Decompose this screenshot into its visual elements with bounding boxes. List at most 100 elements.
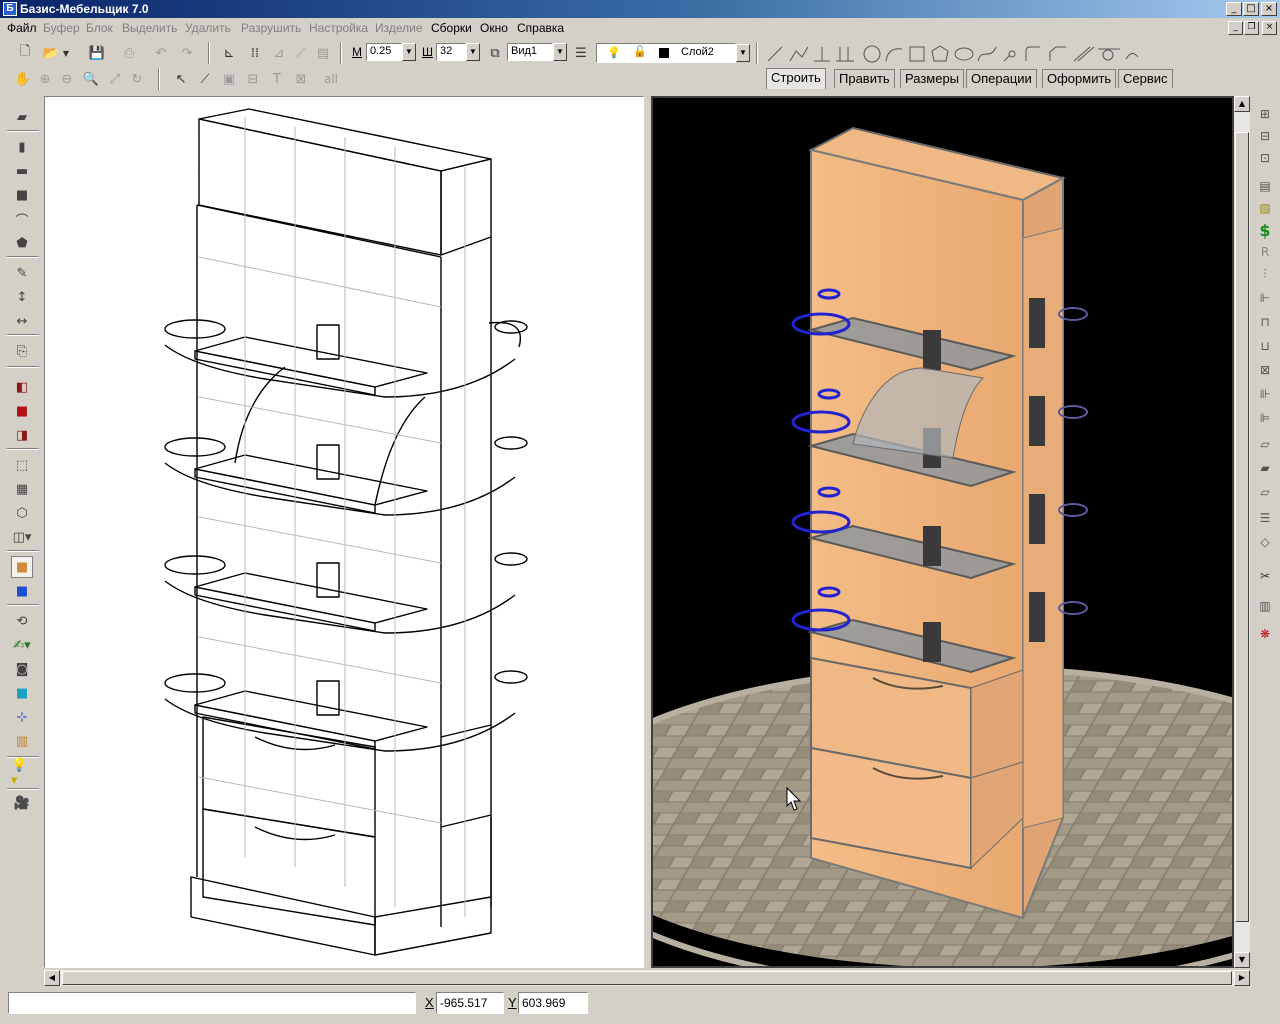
x-coord-value[interactable]: -965.517	[436, 992, 504, 1014]
ellipse-icon[interactable]	[954, 47, 974, 61]
edge-icon[interactable]: ⊓	[1254, 312, 1276, 332]
cut-icon[interactable]: ✂	[1254, 566, 1276, 586]
polyline-icon[interactable]	[789, 46, 809, 62]
multi-view-icon[interactable]: ▦	[11, 478, 33, 500]
zoom-out-icon[interactable]: ⊖	[56, 68, 78, 90]
tree-icon[interactable]: ⊞	[1254, 104, 1276, 124]
align-icon[interactable]: ⊩	[1254, 288, 1276, 308]
layer-visible-icon[interactable]: 💡	[607, 46, 621, 59]
slanted-2-icon[interactable]: ▰	[1254, 458, 1276, 478]
tab-operations[interactable]: Операции	[966, 69, 1037, 88]
box-side-icon[interactable]: ◨	[11, 424, 33, 446]
fastener-icon[interactable]: ✎	[11, 262, 33, 284]
shaded-mode-icon[interactable]: ■	[11, 556, 33, 578]
grid-snap-icon[interactable]: ⁞⁞	[244, 42, 266, 64]
tree-edit-icon[interactable]: ⊟	[1254, 126, 1276, 146]
menu-buffer[interactable]: Буфер	[43, 21, 80, 35]
new-file-icon[interactable]: 🗋	[14, 42, 36, 64]
menu-file[interactable]: Файл	[7, 21, 37, 35]
horizontal-join-icon[interactable]: ⊫	[1254, 408, 1276, 428]
r-icon[interactable]: R	[1254, 242, 1276, 262]
point-icon[interactable]	[1003, 50, 1016, 62]
polygon-icon[interactable]	[931, 45, 949, 62]
spec-icon[interactable]: ▤	[1254, 176, 1276, 196]
curved-panel-icon[interactable]: ⌒	[11, 208, 33, 230]
circle-icon[interactable]	[863, 45, 881, 63]
text-icon[interactable]: T	[266, 68, 288, 90]
menu-product[interactable]: Изделие	[375, 21, 423, 35]
measure-icon[interactable]: ⟋	[194, 68, 216, 90]
rgb-icon[interactable]: ❋	[1254, 624, 1276, 644]
wireframe-viewport[interactable]	[44, 96, 644, 968]
menu-help[interactable]: Справка	[517, 21, 564, 35]
paint-dropdown-icon[interactable]: ✍▾	[11, 634, 33, 656]
texture-icon[interactable]: ▥	[11, 730, 33, 752]
views-icon[interactable]: ⧉	[484, 42, 506, 64]
properties-icon[interactable]: ▤	[312, 42, 334, 64]
vertical-join-icon[interactable]: ⊪	[1254, 384, 1276, 404]
horizontal-panel-icon[interactable]: ▬	[11, 160, 33, 182]
chamfer-icon[interactable]	[1049, 46, 1066, 61]
cabinet-icon[interactable]: ▥	[1254, 596, 1276, 616]
panel-icon[interactable]: ▰	[11, 106, 33, 128]
slanted-3-icon[interactable]: ▱	[1254, 482, 1276, 502]
vertical-distance-icon[interactable]: ↕	[11, 286, 33, 308]
print-icon[interactable]: ⎙	[118, 42, 140, 64]
save-icon[interactable]: 💾	[86, 42, 108, 64]
step-dropdown-icon[interactable]: ▼	[466, 43, 480, 61]
vertical-scroll-thumb[interactable]	[1235, 132, 1249, 922]
color-cube-icon[interactable]: ■	[11, 580, 33, 602]
view-dropdown-icon[interactable]: ▼	[553, 43, 567, 61]
cube-icon[interactable]: ⬡	[11, 502, 33, 524]
redraw-icon[interactable]: ↻	[126, 68, 148, 90]
zoom-all-icon[interactable]: ⤢	[104, 68, 126, 90]
vertical-scrollbar[interactable]: ▲ ▼	[1234, 96, 1250, 968]
tangent-icon[interactable]	[1098, 48, 1120, 61]
select-arrow-icon[interactable]: ↖	[170, 68, 192, 90]
tab-design[interactable]: Оформить	[1042, 69, 1117, 88]
axes-icon[interactable]: ⊹	[11, 706, 33, 728]
material-cube-icon[interactable]: ■	[11, 682, 33, 704]
command-line[interactable]	[8, 992, 416, 1014]
open-dropdown-icon[interactable]: ▼	[60, 42, 72, 64]
horizontal-scroll-thumb[interactable]	[62, 971, 1232, 985]
menu-window[interactable]: Окно	[480, 21, 508, 35]
pan-icon[interactable]: ✋	[12, 68, 34, 90]
vertical-panel-icon[interactable]: ▮	[11, 136, 33, 158]
select-all-button[interactable]: all	[316, 68, 346, 90]
mdi-minimize-button[interactable]: _	[1228, 21, 1243, 35]
view-cube-dropdown-icon[interactable]: ◫▾	[11, 526, 33, 548]
cost-dollar-icon[interactable]: $	[1254, 220, 1276, 240]
sketch-icon[interactable]	[1125, 53, 1139, 60]
tab-service[interactable]: Сервис	[1118, 69, 1173, 88]
app-icon[interactable]: Б	[3, 2, 17, 16]
menu-delete[interactable]: Удалить	[185, 21, 231, 35]
edit-box-icon[interactable]: ⊠	[290, 68, 312, 90]
minimize-button[interactable]: _	[1226, 2, 1242, 16]
zoom-window-icon[interactable]: 🔍	[80, 68, 102, 90]
rectangle-icon[interactable]	[909, 46, 925, 62]
segment-icon[interactable]	[767, 46, 783, 62]
scale-input[interactable]: 0.25	[366, 43, 402, 61]
menu-destroy[interactable]: Разрушить	[241, 21, 301, 35]
spline-icon[interactable]	[977, 46, 997, 62]
camera-icon[interactable]: ◙	[11, 658, 33, 680]
layer-panel-icon[interactable]: ◇	[1254, 532, 1276, 552]
scroll-left-icon[interactable]: ◀	[44, 970, 60, 986]
scroll-up-icon[interactable]: ▲	[1234, 96, 1250, 112]
edge-2-icon[interactable]: ⊔	[1254, 336, 1276, 356]
video-camera-icon[interactable]: 🎥	[11, 792, 33, 814]
scale-dropdown-icon[interactable]: ▼	[402, 43, 416, 61]
layer-select[interactable]: 💡 🔓 Слой2	[596, 43, 736, 63]
undo-icon[interactable]: ↶	[150, 42, 172, 64]
layer-lock-icon[interactable]: 🔓	[633, 45, 647, 58]
view-select[interactable]: Вид1	[507, 43, 553, 61]
render-viewport[interactable]	[651, 96, 1234, 968]
slanted-icon[interactable]: ▱	[1254, 434, 1276, 454]
scroll-right-icon[interactable]: ▶	[1234, 970, 1250, 986]
select-box-icon[interactable]: ▣	[218, 68, 240, 90]
stack-icon[interactable]: ☰	[1254, 508, 1276, 528]
perpendicular-icon[interactable]	[814, 47, 830, 62]
layer-dropdown-icon[interactable]: ▼	[736, 44, 750, 62]
copy-properties-icon[interactable]: ⎘	[11, 340, 33, 362]
